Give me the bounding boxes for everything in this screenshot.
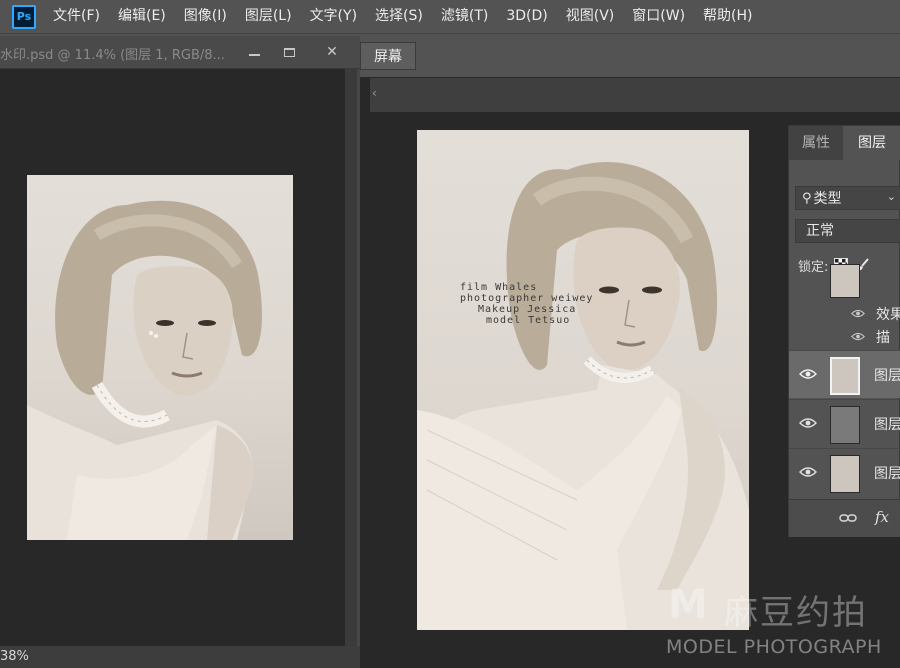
panel-tab-bar: 属性 图层 [789, 126, 900, 160]
menu-help[interactable]: 帮助(H) [694, 0, 761, 33]
vertical-scrollbar[interactable] [345, 69, 357, 646]
zoom-level-status[interactable]: 38% [0, 646, 360, 668]
minimize-icon [248, 54, 260, 56]
eye-icon[interactable] [799, 367, 817, 381]
layers-panel-footer: fx [789, 499, 900, 537]
layer-row[interactable] [789, 264, 900, 302]
photo-watermark-line: photographer weiwey [460, 293, 594, 304]
eye-icon[interactable] [851, 331, 865, 342]
main-document-photo[interactable] [417, 130, 749, 630]
layer-effect-stroke-row[interactable]: 描 [789, 326, 900, 348]
layer-name: 图层 [874, 466, 900, 482]
brand-logo-letter: M [668, 582, 708, 628]
floating-window-titlebar[interactable]: 水印.psd @ 11.4% (图层 1, RGB/8... ✕ [0, 36, 360, 69]
collapse-arrow-icon[interactable]: ‹ [372, 86, 377, 100]
eye-icon[interactable] [799, 465, 817, 479]
menu-file[interactable]: 文件(F) [44, 0, 109, 33]
layer-thumbnail [830, 264, 860, 298]
brand-chinese-name: 麻豆约拍 [724, 593, 868, 633]
eye-icon[interactable] [799, 416, 817, 430]
menu-filter[interactable]: 滤镜(T) [432, 0, 497, 33]
layers-panel: 属性 图层 ⚲ 类型 ⌄ 正常 锁定: 效果 描 图层 图层 图层 fx [788, 125, 900, 537]
floating-document-photo[interactable] [27, 175, 293, 540]
menu-select[interactable]: 选择(S) [366, 0, 432, 33]
menu-image[interactable]: 图像(I) [175, 0, 236, 33]
chevron-down-icon: ⌄ [886, 190, 896, 203]
menu-edit[interactable]: 编辑(E) [109, 0, 175, 33]
layer-row[interactable]: 图层 [789, 448, 900, 496]
layer-row-selected[interactable]: 图层 [789, 350, 900, 398]
layer-filter-select[interactable]: ⚲ 类型 ⌄ [795, 186, 900, 210]
layer-thumbnail [830, 406, 860, 444]
menu-view[interactable]: 视图(V) [557, 0, 624, 33]
maximize-button[interactable] [275, 42, 303, 62]
portrait-illustration [417, 161, 749, 630]
link-layers-icon[interactable] [839, 512, 857, 524]
menu-type[interactable]: 文字(Y) [301, 0, 366, 33]
layer-name: 图层 [874, 368, 900, 384]
tab-layers[interactable]: 图层 [843, 126, 900, 160]
menu-layer[interactable]: 图层(L) [236, 0, 301, 33]
minimize-button[interactable] [240, 42, 268, 62]
menu-window[interactable]: 窗口(W) [623, 0, 694, 33]
layer-thumbnail [830, 357, 860, 395]
layer-row[interactable]: 图层 [789, 399, 900, 447]
photo-watermark-line: Makeup Jessica [478, 304, 577, 315]
photoshop-logo-icon[interactable]: Ps [12, 4, 36, 29]
lock-label: 锁定: [798, 259, 829, 275]
eye-icon[interactable] [851, 308, 865, 319]
menu-3d[interactable]: 3D(D) [497, 0, 556, 33]
brand-english-name: MODEL PHOTOGRAPH [666, 636, 882, 658]
photo-watermark-line: model Tetsuo [486, 315, 571, 326]
tab-properties[interactable]: 属性 [789, 126, 843, 160]
menu-bar: Ps 文件(F) 编辑(E) 图像(I) 图层(L) 文字(Y) 选择(S) 滤… [0, 0, 900, 33]
layer-filter-label: 类型 [813, 191, 842, 207]
photo-watermark-line: film Whales [460, 282, 538, 293]
brand-watermark: M 麻豆约拍 MODEL PHOTOGRAPH [664, 582, 900, 668]
fullscreen-button[interactable]: 屏幕 [360, 42, 416, 70]
layer-effects-row[interactable]: 效果 [789, 303, 900, 325]
maximize-icon [283, 47, 295, 57]
effect-stroke-label: 描 [876, 330, 890, 346]
search-icon: ⚲ [802, 190, 812, 206]
layer-thumbnail [830, 455, 860, 493]
blend-mode-select[interactable]: 正常 [795, 219, 900, 243]
layer-name: 图层 [874, 417, 900, 433]
fx-icon[interactable]: fx [875, 508, 889, 526]
close-icon: ✕ [326, 44, 338, 60]
document-tab-strip [370, 78, 900, 112]
portrait-illustration [27, 200, 262, 540]
effects-label: 效果 [876, 307, 900, 323]
close-button[interactable]: ✕ [307, 42, 357, 62]
floating-window-title: 水印.psd @ 11.4% (图层 1, RGB/8... [0, 48, 225, 63]
